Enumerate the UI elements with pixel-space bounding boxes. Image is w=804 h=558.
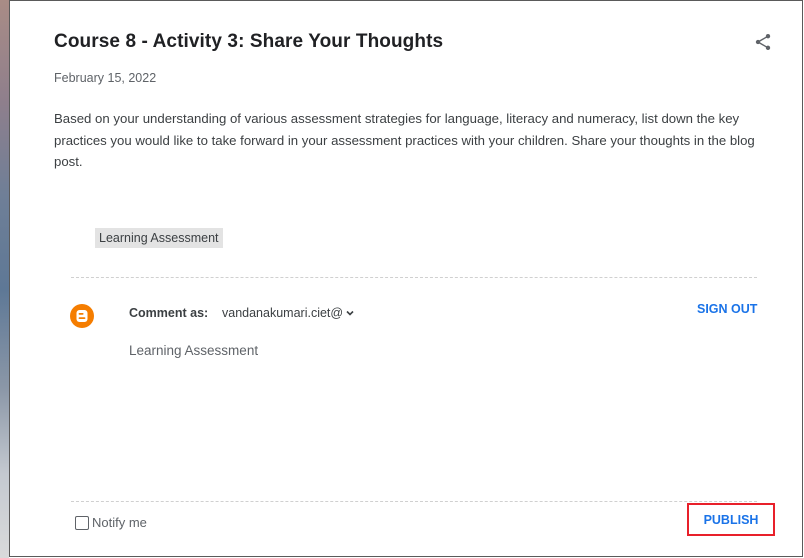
publish-highlight: PUBLISH [687,503,775,536]
publish-button[interactable]: PUBLISH [704,513,759,527]
checkbox-box[interactable] [75,515,89,530]
account-selector[interactable]: vandanakumari.ciet@ [222,306,355,320]
account-name: vandanakumari.ciet@ [222,306,344,320]
blogger-icon [70,304,94,328]
post-date: February 15, 2022 [54,71,157,85]
chevron-down-icon [346,310,354,316]
sign-out-button[interactable]: SIGN OUT [697,302,757,316]
notify-me-label: Notify me [92,515,147,530]
background-strip [0,0,9,558]
share-icon[interactable] [753,32,773,52]
comment-textarea[interactable]: Learning Assessment [129,343,749,483]
post-body: Based on your understanding of various a… [54,111,755,169]
divider [71,277,757,278]
post-label[interactable]: Learning Assessment [95,228,223,248]
notify-me-checkbox[interactable]: Notify me [75,515,147,530]
post-card: Course 8 - Activity 3: Share Your Though… [9,0,803,557]
comment-as-label: Comment as: [129,306,209,320]
post-title: Course 8 - Activity 3: Share Your Though… [54,31,444,52]
divider [71,501,757,502]
